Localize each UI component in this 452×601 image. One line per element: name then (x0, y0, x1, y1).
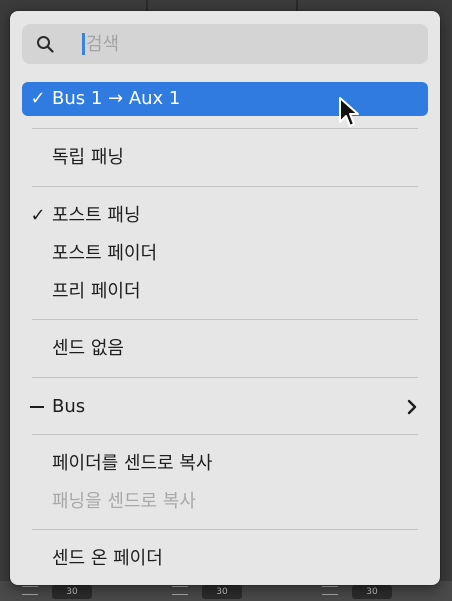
menu-item-label: 프리 페이더 (52, 281, 141, 302)
fader-value-readout: 30 (202, 585, 242, 599)
menu-item-label: Bus 1 → Aux 1 (52, 88, 181, 109)
search-icon (37, 36, 54, 53)
menu-item-copy-fader-to-send[interactable]: 페이더를 센드로 복사 (22, 447, 428, 481)
menu-item-bus1-aux1[interactable]: ✓ Bus 1 → Aux 1 (22, 82, 428, 116)
fader-handle-icon[interactable] (22, 586, 38, 595)
menu-item-label: 센드 없음 (52, 338, 124, 359)
menu-item-sends-on-fader[interactable]: 센드 온 페이더 (22, 542, 428, 576)
menu-separator (32, 434, 418, 435)
fader-value-readout: 30 (52, 585, 92, 599)
checkmark-icon: ✓ (30, 88, 46, 109)
mixed-state-dash-icon (30, 406, 44, 408)
menu-item-pre-fader[interactable]: 프리 페이더 (22, 275, 428, 309)
fader-handle-icon[interactable] (172, 586, 188, 595)
search-field[interactable] (22, 24, 428, 64)
fader-value-readout: 30 (352, 585, 392, 599)
menu-item-label: 포스트 패닝 (52, 205, 141, 226)
checkmark-icon: ✓ (30, 205, 46, 226)
menu-item-label: 포스트 페이더 (52, 243, 158, 264)
menu-item-bus-submenu[interactable]: Bus (22, 390, 428, 424)
menu-separator (32, 529, 418, 530)
menu-item-label: 패닝을 센드로 복사 (52, 491, 196, 512)
menu-item-post-pan[interactable]: ✓ 포스트 패닝 (22, 199, 428, 233)
menu-item-label: 센드 온 페이더 (52, 548, 163, 569)
mouse-pointer-icon (339, 97, 359, 127)
menu-separator (32, 377, 418, 378)
menu-item-label: 독립 패닝 (52, 147, 124, 168)
chevron-right-icon (407, 399, 417, 415)
menu-item-no-send[interactable]: 센드 없음 (22, 332, 428, 366)
menu-item-copy-pan-to-send: 패닝을 센드로 복사 (22, 485, 428, 519)
fader-handle-icon[interactable] (322, 586, 338, 595)
menu-item-label: 페이더를 센드로 복사 (52, 453, 213, 474)
search-input[interactable] (86, 24, 406, 64)
text-caret (82, 33, 85, 55)
send-popup-menu: ✓ Bus 1 → Aux 1 독립 패닝 ✓ 포스트 패닝 포스트 페이더 프… (10, 11, 440, 585)
menu-item-independent-pan[interactable]: 독립 패닝 (22, 141, 428, 175)
menu-separator (32, 319, 418, 320)
menu-item-label: Bus (52, 396, 86, 417)
menu-item-post-fader[interactable]: 포스트 페이더 (22, 237, 428, 271)
menu-separator (32, 186, 418, 187)
